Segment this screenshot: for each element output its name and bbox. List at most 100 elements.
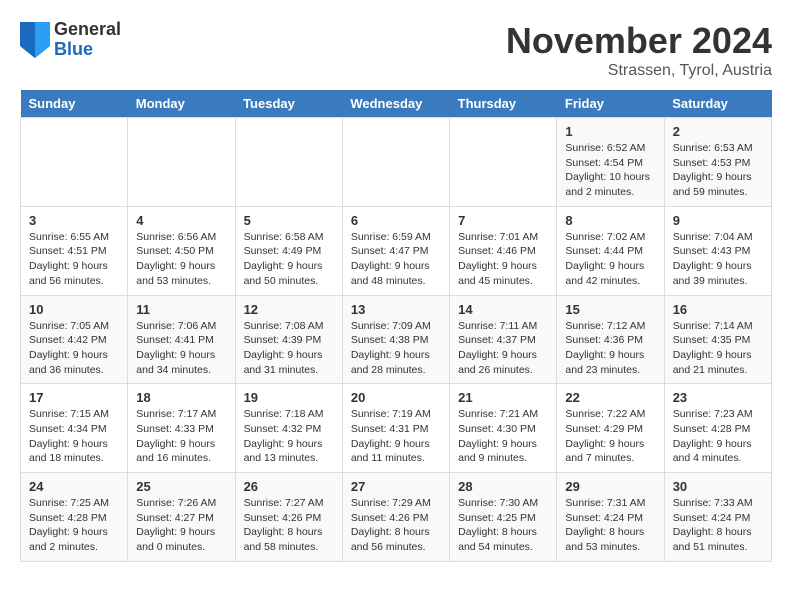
calendar-week-row: 3 Sunrise: 6:55 AM Sunset: 4:51 PM Daylig… [21,206,772,295]
day-info: Sunrise: 7:17 AM Sunset: 4:33 PM Dayligh… [136,407,226,466]
day-number: 4 [136,213,226,228]
day-info: Sunrise: 7:06 AM Sunset: 4:41 PM Dayligh… [136,319,226,378]
calendar-week-row: 1 Sunrise: 6:52 AM Sunset: 4:54 PM Daylig… [21,118,772,207]
day-info: Sunrise: 7:30 AM Sunset: 4:25 PM Dayligh… [458,496,548,555]
day-number: 16 [673,302,763,317]
calendar-cell: 25Sunrise: 7:26 AM Sunset: 4:27 PM Dayli… [128,473,235,562]
day-number: 27 [351,479,441,494]
calendar-cell [128,118,235,207]
day-number: 17 [29,390,119,405]
calendar-table: SundayMondayTuesdayWednesdayThursdayFrid… [20,90,772,562]
day-number: 10 [29,302,119,317]
day-info: Sunrise: 7:14 AM Sunset: 4:35 PM Dayligh… [673,319,763,378]
day-number: 20 [351,390,441,405]
month-title: November 2024 [506,20,772,62]
page-header: General Blue November 2024 Strassen, Tyr… [20,20,772,80]
calendar-cell: 10 Sunrise: 7:05 AM Sunset: 4:42 PM Dayli… [21,295,128,384]
logo-text: General Blue [54,20,121,60]
day-number: 7 [458,213,548,228]
calendar-cell: 27Sunrise: 7:29 AM Sunset: 4:26 PM Dayli… [342,473,449,562]
day-info: Sunrise: 7:22 AM Sunset: 4:29 PM Dayligh… [565,407,655,466]
day-info: Sunrise: 6:52 AM Sunset: 4:54 PM Dayligh… [565,141,655,200]
weekday-header: Thursday [450,90,557,118]
calendar-cell: 17 Sunrise: 7:15 AM Sunset: 4:34 PM Dayli… [21,384,128,473]
logo-general: General [54,20,121,40]
calendar-cell: 22 Sunrise: 7:22 AM Sunset: 4:29 PM Dayli… [557,384,664,473]
day-info: Sunrise: 6:53 AM Sunset: 4:53 PM Dayligh… [673,141,763,200]
day-number: 29 [565,479,655,494]
day-number: 1 [565,124,655,139]
calendar-body: 1 Sunrise: 6:52 AM Sunset: 4:54 PM Daylig… [21,118,772,562]
day-info: Sunrise: 7:09 AM Sunset: 4:38 PM Dayligh… [351,319,441,378]
day-number: 2 [673,124,763,139]
day-info: Sunrise: 7:18 AM Sunset: 4:32 PM Dayligh… [244,407,334,466]
logo: General Blue [20,20,121,60]
calendar-cell: 23 Sunrise: 7:23 AM Sunset: 4:28 PM Dayli… [664,384,771,473]
day-info: Sunrise: 7:15 AM Sunset: 4:34 PM Dayligh… [29,407,119,466]
calendar-cell: 14Sunrise: 7:11 AM Sunset: 4:37 PM Dayli… [450,295,557,384]
day-info: Sunrise: 6:56 AM Sunset: 4:50 PM Dayligh… [136,230,226,289]
day-info: Sunrise: 6:59 AM Sunset: 4:47 PM Dayligh… [351,230,441,289]
calendar-cell [342,118,449,207]
day-number: 26 [244,479,334,494]
day-number: 28 [458,479,548,494]
weekday-header: Saturday [664,90,771,118]
weekday-header: Friday [557,90,664,118]
calendar-header: SundayMondayTuesdayWednesdayThursdayFrid… [21,90,772,118]
day-info: Sunrise: 7:08 AM Sunset: 4:39 PM Dayligh… [244,319,334,378]
calendar-week-row: 10 Sunrise: 7:05 AM Sunset: 4:42 PM Dayli… [21,295,772,384]
day-info: Sunrise: 7:23 AM Sunset: 4:28 PM Dayligh… [673,407,763,466]
calendar-cell: 3 Sunrise: 6:55 AM Sunset: 4:51 PM Daylig… [21,206,128,295]
day-info: Sunrise: 7:19 AM Sunset: 4:31 PM Dayligh… [351,407,441,466]
day-info: Sunrise: 6:58 AM Sunset: 4:49 PM Dayligh… [244,230,334,289]
calendar-cell [235,118,342,207]
day-info: Sunrise: 6:55 AM Sunset: 4:51 PM Dayligh… [29,230,119,289]
day-info: Sunrise: 7:05 AM Sunset: 4:42 PM Dayligh… [29,319,119,378]
logo-blue: Blue [54,40,121,60]
calendar-week-row: 17 Sunrise: 7:15 AM Sunset: 4:34 PM Dayli… [21,384,772,473]
calendar-cell: 13 Sunrise: 7:09 AM Sunset: 4:38 PM Dayli… [342,295,449,384]
calendar-cell: 12 Sunrise: 7:08 AM Sunset: 4:39 PM Dayli… [235,295,342,384]
weekday-row: SundayMondayTuesdayWednesdayThursdayFrid… [21,90,772,118]
day-number: 23 [673,390,763,405]
calendar-cell: 15Sunrise: 7:12 AM Sunset: 4:36 PM Dayli… [557,295,664,384]
calendar-cell: 20 Sunrise: 7:19 AM Sunset: 4:31 PM Dayli… [342,384,449,473]
day-number: 15 [565,302,655,317]
day-info: Sunrise: 7:02 AM Sunset: 4:44 PM Dayligh… [565,230,655,289]
calendar-cell: 5 Sunrise: 6:58 AM Sunset: 4:49 PM Daylig… [235,206,342,295]
day-number: 22 [565,390,655,405]
logo-icon [20,22,50,58]
day-number: 6 [351,213,441,228]
weekday-header: Tuesday [235,90,342,118]
day-number: 24 [29,479,119,494]
day-number: 12 [244,302,334,317]
weekday-header: Sunday [21,90,128,118]
calendar-cell: 7 Sunrise: 7:01 AM Sunset: 4:46 PM Daylig… [450,206,557,295]
day-info: Sunrise: 7:33 AM Sunset: 4:24 PM Dayligh… [673,496,763,555]
day-info: Sunrise: 7:04 AM Sunset: 4:43 PM Dayligh… [673,230,763,289]
day-number: 8 [565,213,655,228]
day-number: 19 [244,390,334,405]
calendar-cell: 8 Sunrise: 7:02 AM Sunset: 4:44 PM Daylig… [557,206,664,295]
day-info: Sunrise: 7:01 AM Sunset: 4:46 PM Dayligh… [458,230,548,289]
calendar-cell: 9Sunrise: 7:04 AM Sunset: 4:43 PM Daylig… [664,206,771,295]
calendar-cell: 30 Sunrise: 7:33 AM Sunset: 4:24 PM Dayli… [664,473,771,562]
calendar-cell: 18Sunrise: 7:17 AM Sunset: 4:33 PM Dayli… [128,384,235,473]
day-info: Sunrise: 7:21 AM Sunset: 4:30 PM Dayligh… [458,407,548,466]
calendar-cell: 4 Sunrise: 6:56 AM Sunset: 4:50 PM Daylig… [128,206,235,295]
day-number: 13 [351,302,441,317]
calendar-week-row: 24Sunrise: 7:25 AM Sunset: 4:28 PM Dayli… [21,473,772,562]
weekday-header: Monday [128,90,235,118]
day-number: 11 [136,302,226,317]
day-number: 30 [673,479,763,494]
title-block: November 2024 Strassen, Tyrol, Austria [506,20,772,80]
weekday-header: Wednesday [342,90,449,118]
calendar-cell: 19 Sunrise: 7:18 AM Sunset: 4:32 PM Dayli… [235,384,342,473]
day-number: 14 [458,302,548,317]
day-number: 3 [29,213,119,228]
calendar-cell: 6 Sunrise: 6:59 AM Sunset: 4:47 PM Daylig… [342,206,449,295]
day-number: 5 [244,213,334,228]
calendar-cell: 29Sunrise: 7:31 AM Sunset: 4:24 PM Dayli… [557,473,664,562]
location: Strassen, Tyrol, Austria [506,62,772,80]
calendar-cell: 1 Sunrise: 6:52 AM Sunset: 4:54 PM Daylig… [557,118,664,207]
